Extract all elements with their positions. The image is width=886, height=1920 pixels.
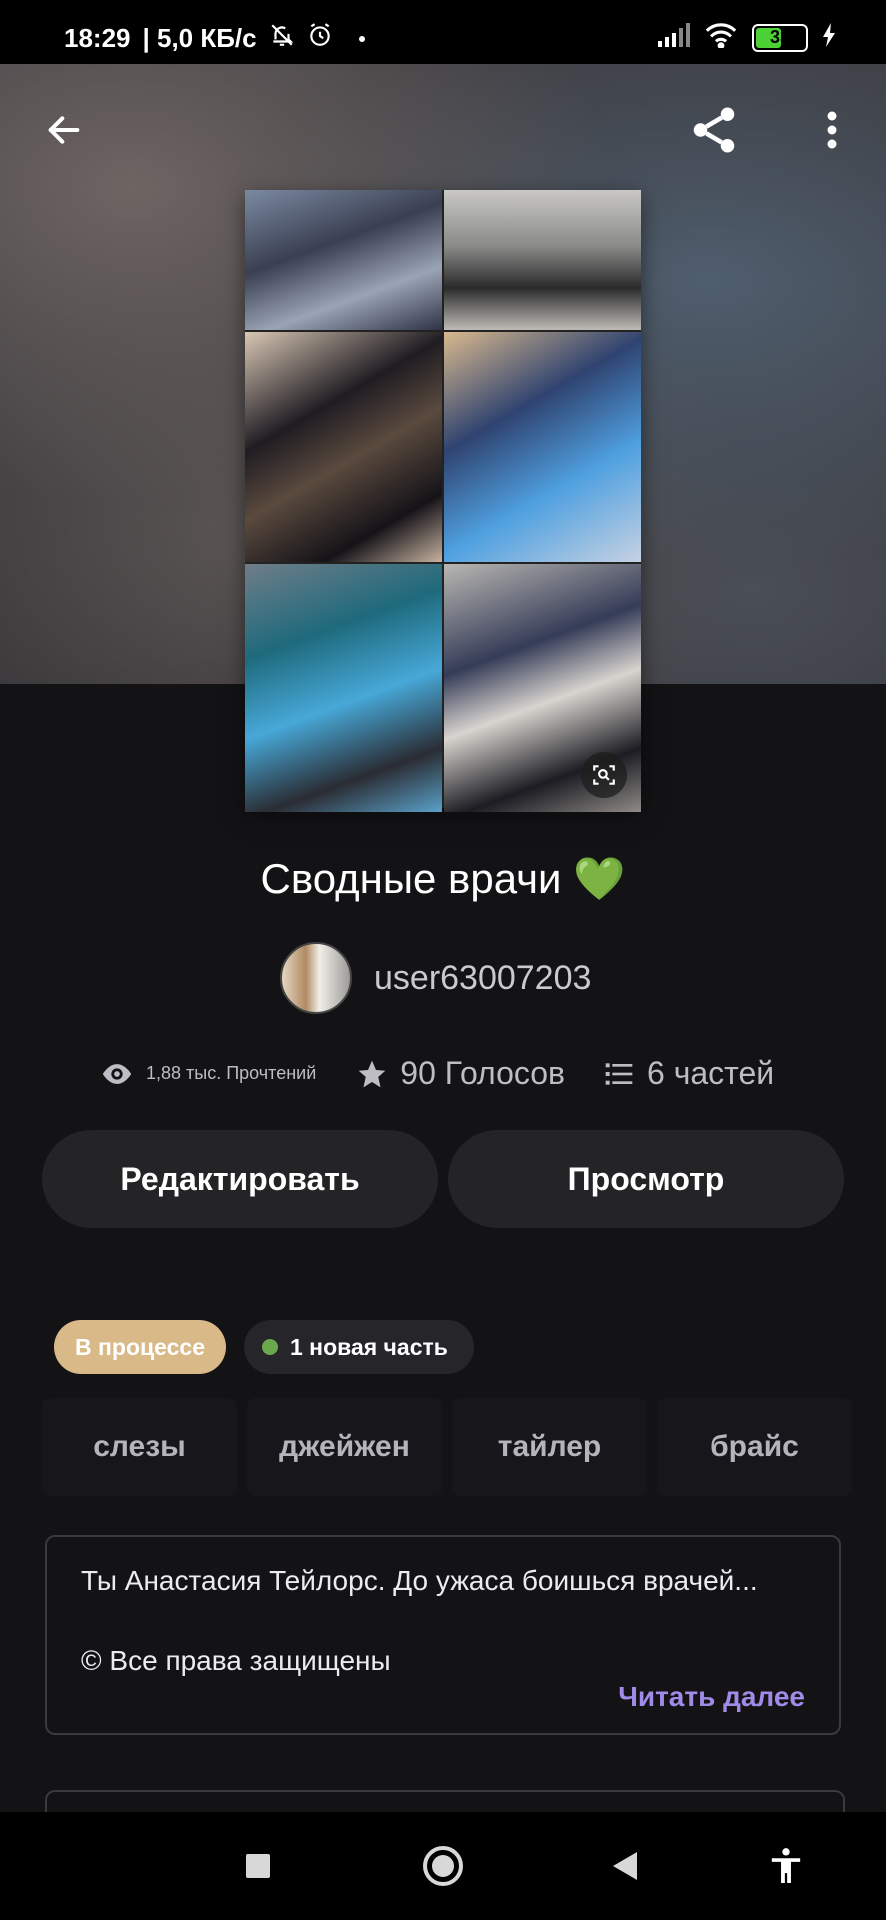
new-part-badge[interactable]: 1 новая часть <box>244 1320 474 1374</box>
avatar[interactable] <box>280 942 352 1014</box>
accessibility-button[interactable] <box>756 1836 816 1896</box>
story-title: Сводные врачи 💚 <box>260 855 626 902</box>
cover-photo <box>245 332 442 562</box>
dot-icon <box>358 35 365 42</box>
back-button[interactable] <box>34 100 94 160</box>
signal-icon <box>656 23 690 52</box>
triangle-back-icon <box>613 1852 637 1880</box>
image-search-button[interactable] <box>581 752 627 798</box>
share-button[interactable] <box>684 100 744 160</box>
tag-item[interactable]: слезы <box>42 1398 237 1496</box>
status-time: 18:29 <box>64 23 131 53</box>
cover-photo <box>444 332 641 562</box>
tag-item[interactable]: брайс <box>657 1398 852 1496</box>
cover-photo <box>444 564 641 812</box>
back-nav-button[interactable] <box>594 1836 654 1896</box>
star-icon <box>358 1060 386 1087</box>
system-nav-bar <box>0 1812 886 1920</box>
votes-count: 90 Голосов <box>400 1055 566 1091</box>
new-part-label: 1 новая часть <box>290 1333 448 1360</box>
eye-icon <box>102 1063 132 1084</box>
parts-count: 6 частей <box>647 1055 775 1091</box>
story-stats: 1,88 тыс. Прочтений 90 Голосов 6 частей <box>100 1055 774 1092</box>
network-speed: | 5,0 КБ/с <box>142 23 257 53</box>
list-icon <box>605 1062 633 1085</box>
read-more-link[interactable]: Читать далее <box>618 1681 805 1713</box>
preview-button[interactable]: Просмотр <box>448 1130 844 1228</box>
cover-photo <box>245 564 442 812</box>
parts-stat: 6 частей <box>603 1055 774 1092</box>
edit-button[interactable]: Редактировать <box>42 1130 438 1228</box>
more-button[interactable] <box>802 100 862 160</box>
author-row[interactable]: user63007203 <box>280 942 591 1014</box>
reads-stat: 1,88 тыс. Прочтений <box>100 1057 316 1091</box>
reads-count: 1,88 тыс. Прочтений <box>146 1063 317 1083</box>
status-bar: 18:29 | 5,0 КБ/с 33 <box>0 0 886 64</box>
status-badge: В процессе <box>54 1320 226 1374</box>
tag-item[interactable]: тайлер <box>452 1398 647 1496</box>
cover-photo <box>245 190 442 330</box>
home-button[interactable] <box>413 1836 473 1896</box>
author-name[interactable]: user63007203 <box>374 959 591 998</box>
copyright-text: © Все права защищены <box>81 1645 391 1676</box>
new-indicator-dot <box>262 1339 278 1355</box>
lens-scan-icon <box>593 765 615 785</box>
charging-icon <box>822 23 836 52</box>
square-icon <box>246 1854 270 1878</box>
arrow-left-icon <box>48 116 80 144</box>
battery-level: 33 <box>769 27 791 47</box>
cover-photo <box>444 190 641 330</box>
description-text: Ты Анастасия Тейлорс. До ужаса боишься в… <box>81 1565 758 1596</box>
battery-icon: 33 <box>752 23 808 52</box>
home-circle-icon <box>423 1846 463 1886</box>
alarm-icon <box>307 22 333 55</box>
share-icon <box>693 107 735 153</box>
description-card[interactable]: Ты Анастасия Тейлорс. До ужаса боишься в… <box>45 1535 841 1735</box>
accessibility-icon <box>771 1848 801 1883</box>
wifi-icon <box>704 22 738 53</box>
tag-list: слезы джейжен тайлер брайс <box>42 1398 852 1496</box>
mute-bell-icon <box>269 22 295 55</box>
recents-button[interactable] <box>228 1836 288 1896</box>
story-cover[interactable] <box>245 190 641 812</box>
more-vertical-icon <box>827 111 837 149</box>
tag-item[interactable]: джейжен <box>247 1398 442 1496</box>
votes-stat: 90 Голосов <box>356 1055 565 1092</box>
